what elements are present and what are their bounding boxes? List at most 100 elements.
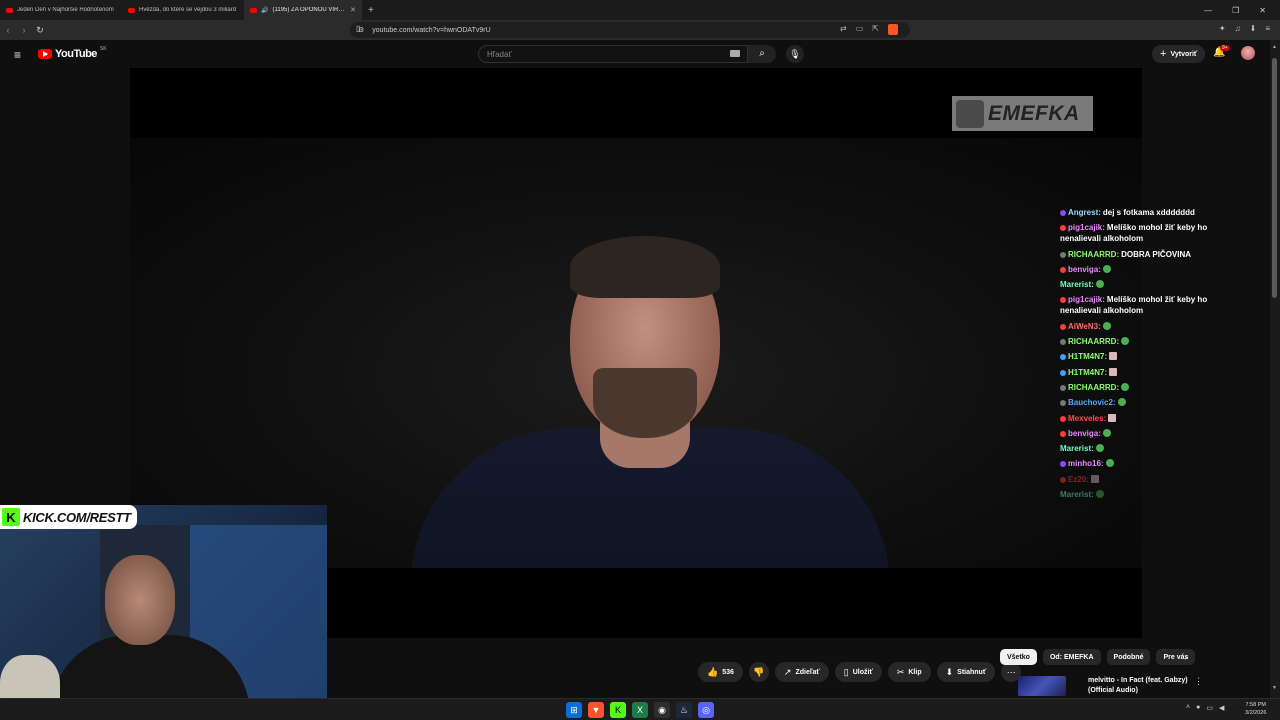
search-input[interactable]: Hľadať (478, 45, 748, 63)
browser-tab-active[interactable]: 🔊 (1195) ZA OPONOU VIRALITY ✕ (244, 0, 362, 20)
chat-message: benviga: (1060, 428, 1220, 439)
chat-message: H1TM4N7: (1060, 367, 1220, 378)
system-clock[interactable]: 7:58 PM 3/2/2026 (1245, 701, 1266, 717)
chat-message: H1TM4N7: (1060, 351, 1220, 362)
search-button[interactable]: ⌕ (748, 45, 776, 63)
scroll-down-icon[interactable]: ▼ (1272, 685, 1277, 691)
more-vertical-icon[interactable]: ⋮ (1194, 676, 1203, 687)
extensions-icon[interactable]: ✦ (1219, 24, 1226, 33)
share-icon[interactable]: ⇱ (872, 24, 879, 35)
chat-username: RICHAARRD: (1068, 382, 1120, 392)
user-badge-icon (1060, 210, 1066, 216)
share-button[interactable]: ↗ Zdieľať (774, 662, 829, 682)
chip-all[interactable]: Všetko (1000, 649, 1037, 665)
picture-in-picture-icon[interactable]: ▭ (856, 24, 864, 35)
chat-message: AiWeN3: (1060, 321, 1220, 332)
dislike-button[interactable]: 👎 (748, 662, 769, 682)
chat-emote-icon (1105, 459, 1114, 468)
chat-username: minho16: (1068, 459, 1104, 469)
more-horizontal-icon: ⋯ (1006, 666, 1016, 677)
obs-icon[interactable]: ◉ (654, 702, 670, 718)
microphone-tray-icon[interactable]: ● (1196, 704, 1200, 712)
download-button[interactable]: ⬇ Stiahnuť (936, 662, 996, 682)
chat-emote-icon (1121, 382, 1130, 391)
chat-username: RICHAARRD: (1068, 337, 1120, 347)
chat-text: dej s fotkama xddddddd (1102, 208, 1195, 217)
brave-browser-icon[interactable]: ▼ (588, 702, 604, 718)
chat-emote-icon (1109, 367, 1118, 376)
recommended-title[interactable]: melvitto - In Fact (feat. Gabzy) (Offici… (1088, 676, 1198, 696)
user-badge-icon (1060, 297, 1066, 304)
reload-icon[interactable]: ↻ (32, 25, 48, 36)
save-button[interactable]: ▯ Uložiť (834, 662, 882, 682)
video-thumbnail[interactable] (1018, 676, 1066, 696)
back-icon[interactable]: ‹ (0, 25, 16, 35)
chat-emote-icon (1090, 474, 1099, 483)
new-tab-button[interactable]: + (362, 5, 380, 16)
scrollbar-thumb[interactable] (1272, 58, 1277, 298)
search-icon: ⌕ (759, 48, 765, 59)
chat-username: H1TM4N7: (1068, 367, 1108, 377)
youtube-header: ≡ YouTube SK Hľadať ⌕ 🎙 + Vytvoriť 🔔 9+ (0, 40, 1270, 68)
close-tab-icon[interactable]: ✕ (350, 6, 356, 14)
voice-search-button[interactable]: 🎙 (786, 45, 804, 63)
restore-icon[interactable]: ❐ (1232, 6, 1239, 15)
media-icon[interactable]: ♫ (1235, 24, 1241, 33)
taskbar-apps: ⊞ ▼ K X ◉ ♨ ◎ (566, 702, 714, 718)
bookmark-icon[interactable]: ▯ (356, 24, 360, 33)
chat-emote-icon (1102, 264, 1111, 273)
video-actions: 👍 536 👎 ↗ Zdieľať ▯ Uložiť ✂ Klip ⬇ Stia… (698, 662, 1022, 682)
speaker-hair (570, 236, 720, 298)
user-badge-icon (1060, 225, 1066, 232)
steam-icon[interactable]: ♨ (676, 702, 692, 718)
chevron-right-icon[interactable]: › (1184, 652, 1187, 663)
scroll-up-icon[interactable]: ▲ (1272, 44, 1277, 50)
chat-message: Ez20: (1060, 474, 1220, 485)
browser-tab[interactable]: Jeden Deň v Najhoršie Hodnotenom (0, 0, 122, 20)
menu-icon[interactable]: ≡ (1265, 24, 1270, 33)
chat-username: Mexveles: (1068, 413, 1107, 423)
network-icon[interactable]: ▭ (1206, 704, 1213, 712)
translate-icon[interactable]: ⇄ (840, 24, 847, 35)
chat-username: benviga: (1068, 264, 1101, 274)
clip-button[interactable]: ✂ Klip (887, 662, 931, 682)
extension-icons: ✦ ♫ ⬇ ≡ (1219, 24, 1270, 33)
youtube-favicon-icon (6, 7, 13, 13)
minimize-icon[interactable]: — (1204, 6, 1212, 15)
address-bar[interactable]: ⚙ youtube.com/watch?v=hwnODATv9rU (350, 22, 910, 38)
browser-tab[interactable]: Hvězda, do které se vejdou 3 miliard (122, 0, 244, 20)
speaker-icon[interactable]: 🔊 (261, 7, 268, 14)
create-button[interactable]: + Vytvoriť (1152, 45, 1206, 63)
tray-chevron-icon[interactable]: ˄ (1186, 704, 1190, 712)
kick-app-icon[interactable]: K (610, 702, 626, 718)
chip-from-channel[interactable]: Od: EMEFKA (1042, 649, 1101, 665)
video-frame (130, 138, 1142, 638)
windows-start-icon[interactable]: ⊞ (566, 702, 582, 718)
user-badge-icon (1060, 384, 1066, 391)
keyboard-icon[interactable] (730, 50, 740, 57)
chip-related[interactable]: Podobné (1106, 649, 1151, 665)
region-code: SK (99, 46, 107, 52)
close-window-icon[interactable]: ✕ (1259, 6, 1266, 15)
chat-emote-icon (1121, 337, 1130, 346)
discord-icon[interactable]: ◎ (698, 702, 714, 718)
like-button[interactable]: 👍 536 (698, 662, 743, 682)
youtube-logo[interactable]: YouTube SK (38, 46, 107, 60)
recommended-video[interactable]: melvitto - In Fact (feat. Gabzy) (Offici… (1018, 676, 1208, 698)
chat-message: Marerist: (1060, 443, 1220, 454)
chat-message: minho16: (1060, 458, 1220, 469)
avatar[interactable] (1241, 46, 1255, 60)
chat-username: RICHAARRD: (1068, 249, 1120, 259)
watermark-logo-icon (956, 99, 984, 128)
chat-message: RICHAARRD: DOBRA PIČOVINA (1060, 249, 1220, 260)
brave-shields-icon[interactable] (887, 24, 898, 35)
hamburger-menu-icon[interactable]: ≡ (14, 48, 21, 62)
excel-icon[interactable]: X (632, 702, 648, 718)
download-icon[interactable]: ⬇ (1250, 24, 1257, 33)
forward-icon[interactable]: › (16, 25, 32, 35)
user-badge-icon (1060, 430, 1066, 437)
chip-for-you[interactable]: Pre vás (1156, 649, 1196, 665)
share-arrow-icon: ↗ (783, 666, 792, 677)
volume-icon[interactable]: ◀ (1219, 704, 1224, 712)
page-scrollbar[interactable]: ▲ ▼ (1270, 40, 1280, 698)
